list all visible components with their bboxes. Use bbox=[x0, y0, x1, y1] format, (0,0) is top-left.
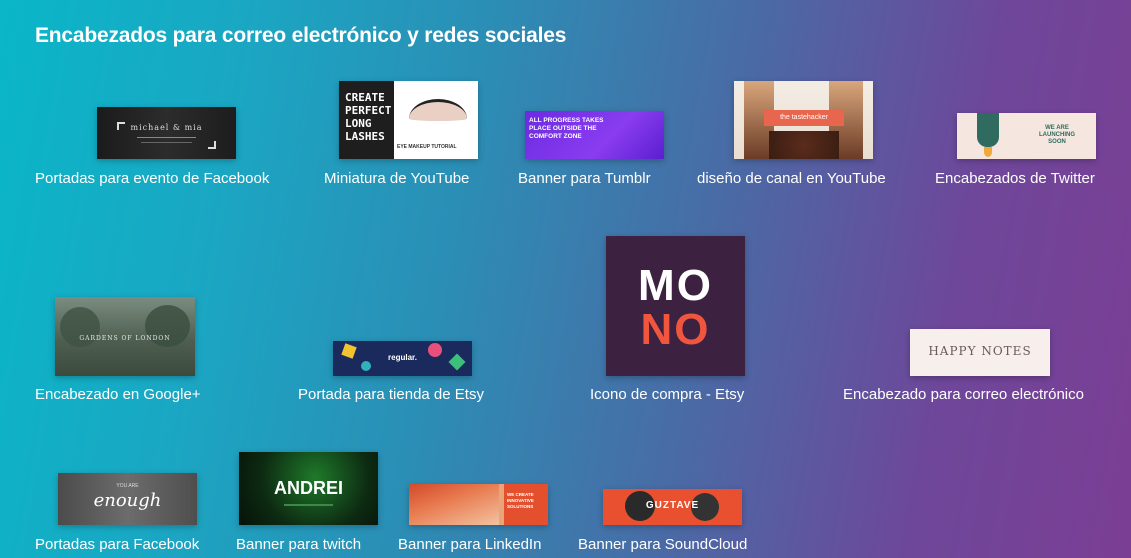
tile-caption[interactable]: Banner para Tumblr bbox=[518, 170, 651, 187]
rocket-flame-icon bbox=[984, 147, 992, 157]
thumbnail-text: WE CREATE INNOVATIVE SOLUTIONS bbox=[507, 492, 534, 509]
thumbnail-google-plus[interactable]: GARDENS OF LONDON bbox=[55, 297, 195, 376]
thumbnail-text: ANDREI bbox=[273, 478, 343, 498]
corner-bracket-icon bbox=[208, 141, 216, 149]
thumbnail-facebook-cover[interactable]: YOU ARE enough bbox=[58, 473, 197, 525]
thumbnail-subtext: YOU ARE bbox=[116, 483, 139, 489]
thumbnail-etsy-shop[interactable]: regular. bbox=[333, 341, 472, 376]
thumbnail-twitter[interactable]: WE ARE LAUNCHING SOON bbox=[957, 113, 1096, 159]
tile-caption[interactable]: Encabezado para correo electrónico bbox=[843, 386, 1084, 403]
tile-caption[interactable]: Portada para tienda de Etsy bbox=[298, 386, 484, 403]
rocket-icon bbox=[977, 113, 999, 147]
thumbnail-subtext: EYE MAKEUP TUTORIAL bbox=[397, 144, 457, 150]
ice-cream-image bbox=[769, 131, 839, 159]
thumbnail-lines bbox=[137, 137, 196, 138]
thumbnail-text: MO bbox=[638, 261, 713, 310]
thumbnail-text: WE ARE LAUNCHING SOON bbox=[1039, 125, 1075, 145]
thumbnail-facebook-event[interactable]: michael & mia bbox=[97, 107, 236, 159]
thumbnail-text: ALL PROGRESS TAKES PLACE OUTSIDE THE COM… bbox=[529, 117, 604, 140]
thumbnail-subtext: NO bbox=[640, 305, 711, 354]
shape-teal bbox=[361, 361, 371, 371]
tile-caption[interactable]: Encabezados de Twitter bbox=[935, 170, 1095, 187]
thumbnail-lines bbox=[284, 504, 333, 506]
thumbnail-text: GARDENS OF LONDON bbox=[79, 335, 171, 342]
thumbnail-linkedin[interactable]: WE CREATE INNOVATIVE SOLUTIONS bbox=[409, 484, 548, 525]
tile-caption[interactable]: diseño de canal en YouTube bbox=[697, 170, 886, 187]
thumbnail-text: HAPPY NOTES bbox=[928, 344, 1032, 358]
tile-caption[interactable]: Banner para twitch bbox=[236, 536, 361, 553]
fabric-image bbox=[409, 484, 499, 525]
tile-caption[interactable]: Banner para LinkedIn bbox=[398, 536, 541, 553]
thumbnail-text: enough bbox=[93, 490, 162, 511]
thumbnail-text: CREATE PERFECT LONG LASHES bbox=[345, 91, 392, 143]
thumbnail-text: regular. bbox=[388, 353, 417, 362]
thumbnail-youtube[interactable]: CREATE PERFECT LONG LASHES EYE MAKEUP TU… bbox=[339, 81, 478, 159]
thumbnail-tumblr[interactable]: ALL PROGRESS TAKES PLACE OUTSIDE THE COM… bbox=[525, 111, 664, 159]
thumbnail-etsy-icon[interactable]: MO NO bbox=[606, 236, 745, 376]
thumbnail-text: GUZTAVE bbox=[645, 500, 700, 511]
thumbnail-text: michael & mia bbox=[130, 123, 203, 132]
thumbnail-email-header[interactable]: HAPPY NOTES bbox=[910, 329, 1050, 376]
eye-image bbox=[409, 99, 467, 121]
tile-caption[interactable]: Portadas para Facebook bbox=[35, 536, 199, 553]
thumbnail-soundcloud[interactable]: GUZTAVE bbox=[603, 489, 742, 525]
tile-caption[interactable]: Banner para SoundCloud bbox=[578, 536, 747, 553]
thumbnail-lines bbox=[141, 142, 192, 143]
tile-caption[interactable]: Portadas para evento de Facebook bbox=[35, 170, 269, 187]
thumbnail-twitch[interactable]: ANDREI bbox=[239, 452, 378, 525]
thumbnail-youtube-channel[interactable]: the tastehacker bbox=[734, 81, 873, 159]
section-title: Encabezados para correo electrónico y re… bbox=[35, 24, 567, 47]
thumbnail-text: the tastehacker bbox=[764, 110, 844, 126]
tile-caption[interactable]: Miniatura de YouTube bbox=[324, 170, 469, 187]
tile-caption[interactable]: Icono de compra - Etsy bbox=[590, 386, 744, 403]
tile-caption[interactable]: Encabezado en Google+ bbox=[35, 386, 201, 403]
